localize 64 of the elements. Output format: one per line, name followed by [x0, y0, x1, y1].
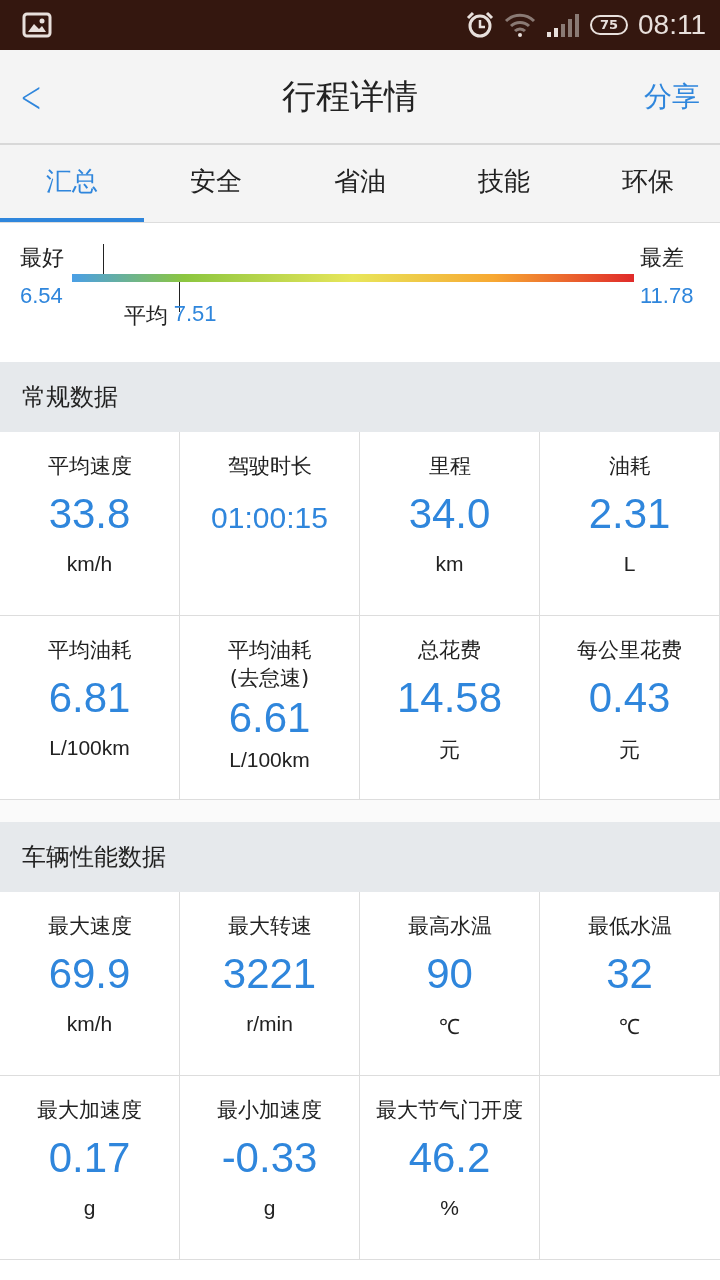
stat-unit: km/h — [66, 552, 113, 576]
worst-label: 最差 — [639, 244, 685, 272]
battery-level: 75 — [589, 15, 628, 35]
signal-icon — [545, 13, 580, 37]
stat-value: 0.43 — [588, 673, 671, 723]
stat-unit: km/h — [66, 1012, 113, 1036]
picture-icon — [22, 12, 52, 38]
stat-label: 最大加速度 — [37, 1097, 142, 1124]
stat-label: 最小加速度 — [217, 1097, 322, 1124]
stat-value: 6.81 — [48, 673, 131, 723]
stat-value: 34.0 — [408, 489, 491, 539]
alarm-icon — [465, 11, 494, 39]
stat-unit: L/100km — [49, 736, 130, 760]
stat-label: 平均油耗 — [47, 637, 132, 664]
stat-unit: r/min — [246, 1012, 293, 1036]
average-value: 7.51 — [173, 301, 217, 328]
best-value: 6.54 — [19, 283, 64, 310]
stat-unit: L/100km — [229, 748, 310, 772]
section-header: 车辆性能数据 — [0, 822, 720, 892]
stat-label: 最大节气门开度 — [376, 1097, 523, 1124]
stat-label: 每公里花费 — [577, 637, 682, 664]
stat-value: 01:00:15 — [211, 500, 328, 536]
stat-value: 33.8 — [48, 489, 131, 539]
stat-sublabel: (去怠速) — [229, 665, 310, 692]
stat-unit: L — [623, 552, 636, 576]
tab[interactable]: 省油 — [288, 145, 432, 222]
tab[interactable]: 安全 — [144, 145, 288, 222]
stat-unit: ℃ — [619, 1014, 640, 1040]
best-label: 最好 — [19, 244, 65, 272]
stat-label: 油耗 — [608, 453, 651, 480]
stat-unit: 元 — [439, 737, 460, 763]
tab[interactable]: 环保 — [576, 145, 720, 222]
stat-value: 14.58 — [396, 673, 503, 723]
stat-unit: % — [440, 1196, 459, 1220]
stat-label: 总花费 — [418, 637, 481, 664]
stat-label: 驾驶时长 — [227, 453, 312, 480]
worst-value: 11.78 — [639, 283, 695, 310]
tab[interactable]: 技能 — [432, 145, 576, 222]
stat-unit: g — [263, 1196, 276, 1220]
stat-value: 90 — [426, 949, 473, 999]
stat-unit: ℃ — [439, 1014, 460, 1040]
stat-label: 平均速度 — [47, 453, 132, 480]
stat-value: 0.17 — [48, 1133, 131, 1183]
stat-value: 3221 — [222, 949, 317, 999]
section-header: 常规数据 — [0, 362, 720, 432]
wifi-icon — [503, 13, 536, 37]
stat-value: 6.61 — [228, 693, 311, 743]
stat-value: 46.2 — [408, 1133, 491, 1183]
stat-label: 最高水温 — [407, 913, 492, 940]
stat-label: 平均油耗 — [227, 637, 312, 664]
stat-value: 2.31 — [588, 489, 671, 539]
stat-label: 最低水温 — [587, 913, 672, 940]
clock: 08:11 — [638, 9, 706, 41]
stat-unit: g — [83, 1196, 96, 1220]
stat-value: -0.33 — [221, 1133, 318, 1183]
stat-label: 最大速度 — [47, 913, 132, 940]
average-label: 平均 — [123, 302, 168, 330]
stat-value: 32 — [606, 949, 653, 999]
stat-unit: km — [435, 552, 464, 576]
stat-value: 69.9 — [48, 949, 131, 999]
stat-label: 最大转速 — [227, 913, 312, 940]
stat-label: 里程 — [428, 453, 471, 480]
page-title: 行程详情 — [281, 74, 419, 118]
stat-unit: 元 — [619, 737, 640, 763]
